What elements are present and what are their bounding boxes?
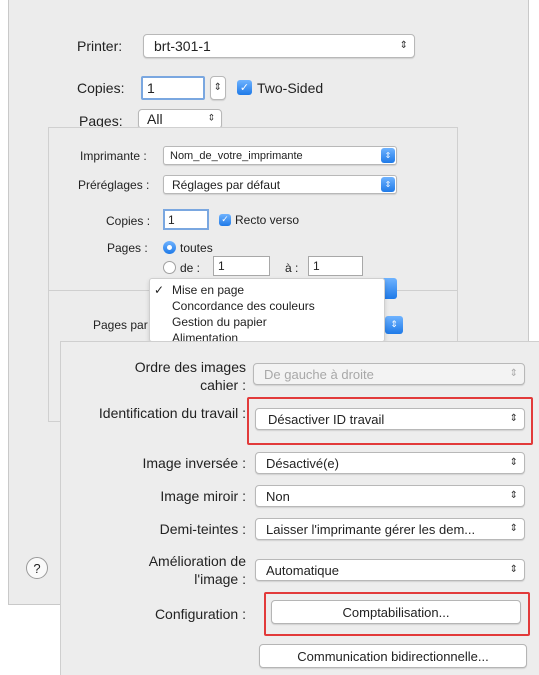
pages-range-radio[interactable] (163, 261, 176, 274)
page-order-label-2: cahier : (200, 377, 246, 393)
two-sided-checkbox[interactable]: ✓ (237, 80, 252, 95)
fr-two-sided-label: Recto verso (235, 213, 300, 227)
fr-copies-input[interactable]: 1 (163, 209, 209, 230)
pages-per-label: Pages par (93, 318, 148, 332)
job-id-label: Identification du travail : (98, 405, 246, 421)
updown-icon: ⇕ (207, 113, 215, 124)
updown-icon: ⇕ (509, 490, 518, 501)
fr-printer-label: Imprimante : (80, 149, 147, 163)
config-label: Configuration : (154, 606, 246, 622)
menu-item-layout[interactable]: Mise en page (172, 283, 244, 297)
menu-item-color-matching[interactable]: Concordance des couleurs (172, 299, 315, 313)
copies-stepper[interactable]: ⇕ (210, 76, 226, 100)
pages-all-radio[interactable] (163, 241, 176, 254)
pages-value: All (147, 111, 163, 127)
menu-item-paper-handling[interactable]: Gestion du papier (172, 315, 267, 329)
inverted-select[interactable]: Désactivé(e) ⇕ (255, 452, 525, 474)
page-order-value: De gauche à droite (264, 366, 374, 382)
updown-icon: ⇕ (509, 457, 518, 468)
printer-select[interactable]: brt-301-1 ⇕ (143, 34, 415, 58)
bidirectional-button-label: Communication bidirectionnelle... (297, 648, 489, 664)
halftone-value: Laisser l'imprimante gérer les dem... (266, 521, 476, 537)
menu-check-icon: ✓ (154, 283, 165, 297)
fr-printer-value: Nom_de_votre_imprimante (170, 149, 303, 162)
enhance-value: Automatique (266, 562, 339, 578)
fr-two-sided-checkbox[interactable]: ✓ (219, 214, 231, 226)
bidirectional-button[interactable]: Communication bidirectionnelle... (259, 644, 527, 668)
job-id-highlight (247, 397, 533, 445)
stepper-icon: ⇕ (213, 82, 222, 93)
pages-to-value: 1 (313, 259, 320, 273)
updown-icon: ⇕ (381, 148, 395, 163)
fr-copies-label: Copies : (106, 214, 151, 228)
printer-label: Printer: (77, 38, 123, 54)
pages-all-label: toutes (180, 241, 213, 255)
printer-options-panel: Ordre des images cahier : De gauche à dr… (60, 341, 539, 675)
halftone-label: Demi-teintes : (159, 521, 246, 537)
updown-icon: ⇕ (509, 523, 518, 534)
pages-select[interactable]: All ⇕ (138, 109, 222, 129)
printer-value: brt-301-1 (154, 38, 211, 54)
section-menu: ✓ Mise en page Concordance des couleurs … (149, 278, 385, 342)
fr-presets-select[interactable]: Réglages par défaut ⇕ (163, 175, 397, 194)
fr-pages-label: Pages : (107, 241, 148, 255)
mirror-value: Non (266, 488, 290, 504)
mirror-label: Image miroir : (160, 488, 246, 504)
updown-icon: ⇕ (381, 177, 395, 192)
fr-printer-select[interactable]: Nom_de_votre_imprimante ⇕ (163, 146, 397, 165)
page-order-label-1: Ordre des images (134, 359, 246, 375)
updown-icon: ⇕ (509, 368, 518, 379)
pages-from-value: 1 (218, 259, 225, 273)
copies-input[interactable]: 1 (141, 76, 205, 100)
pages-from-label: de : (180, 261, 201, 275)
enhance-select[interactable]: Automatique ⇕ (255, 559, 525, 581)
updown-icon: ⇕ (399, 40, 408, 51)
copies-label: Copies: (77, 80, 125, 96)
copies-value: 1 (147, 80, 155, 96)
fr-presets-label: Préréglages : (78, 178, 150, 192)
enhance-label-2: l'image : (194, 571, 246, 587)
accounting-highlight (264, 592, 530, 636)
pages-to-input[interactable]: 1 (308, 256, 363, 276)
inverted-value: Désactivé(e) (266, 455, 339, 471)
pages-to-label: à : (285, 261, 299, 275)
halftone-select[interactable]: Laisser l'imprimante gérer les dem... ⇕ (255, 518, 525, 540)
fr-presets-value: Réglages par défaut (172, 177, 281, 192)
help-icon: ? (33, 560, 41, 576)
inverted-label: Image inversée : (142, 455, 247, 471)
help-button[interactable]: ? (26, 557, 48, 579)
pages-from-input[interactable]: 1 (213, 256, 270, 276)
two-sided-label: Two-Sided (257, 80, 324, 96)
mirror-select[interactable]: Non ⇕ (255, 485, 525, 507)
updown-icon: ⇕ (509, 564, 518, 575)
fr-copies-value: 1 (168, 213, 175, 227)
updown-icon[interactable]: ⇕ (385, 316, 403, 334)
page-order-select: De gauche à droite ⇕ (253, 363, 525, 385)
enhance-label-1: Amélioration de (148, 553, 246, 569)
